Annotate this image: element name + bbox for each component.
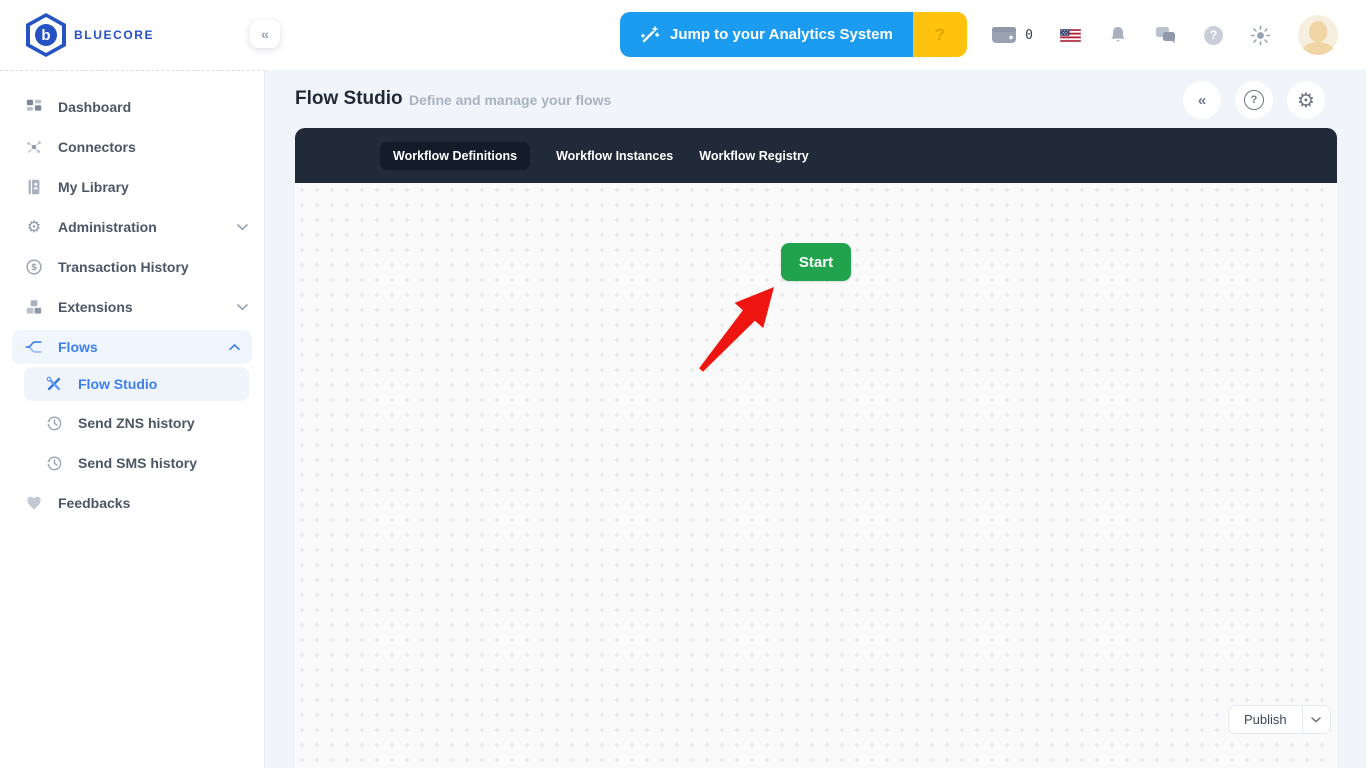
tab-workflow-instances[interactable]: Workflow Instances: [556, 142, 673, 170]
jump-analytics-help-button[interactable]: ?: [912, 12, 967, 57]
top-header: b BLUECORE « Jump to your Analytics Syst…: [0, 0, 1366, 70]
dashboard-icon: [24, 98, 44, 116]
sidebar-label: Flow Studio: [78, 376, 158, 392]
chevron-up-icon: [229, 343, 240, 351]
sidebar-item-send-zns-history[interactable]: Send ZNS history: [0, 403, 264, 443]
wallet-icon: [991, 26, 1017, 44]
sidebar-item-dashboard[interactable]: Dashboard: [0, 87, 264, 127]
chat-bubbles-icon: [1155, 26, 1177, 45]
extensions-cubes-icon: [24, 298, 44, 316]
language-flag-button[interactable]: [1060, 28, 1081, 42]
bell-icon: [1108, 25, 1128, 45]
jump-analytics-label: Jump to your Analytics System: [670, 26, 893, 43]
history-clock-icon: [44, 455, 64, 472]
panel-action-buttons: « ? ⚙: [1183, 81, 1325, 119]
page-title: Flow Studio: [295, 88, 403, 109]
wallet-balance[interactable]: 0: [991, 26, 1033, 44]
user-avatar[interactable]: [1298, 15, 1338, 55]
sidebar-label: Transaction History: [58, 259, 189, 275]
sidebar-item-flows[interactable]: Flows: [12, 330, 252, 364]
sidebar-item-extensions[interactable]: Extensions: [0, 287, 264, 327]
avatar-silhouette: [1309, 21, 1327, 42]
help-button[interactable]: ?: [1204, 25, 1223, 45]
flows-branch-icon: [24, 338, 44, 356]
workflow-tabbar: Workflow Definitions Workflow Instances …: [295, 128, 1337, 183]
gear-icon: ⚙: [1297, 88, 1315, 112]
header-icon-group: 0 ?: [991, 0, 1338, 70]
sidebar-item-send-sms-history[interactable]: Send SMS history: [0, 443, 264, 483]
chevron-down-icon: [1311, 716, 1321, 723]
sidebar-label: Flows: [58, 339, 98, 355]
sidebar-label: Feedbacks: [58, 495, 131, 511]
sidebar-label: Extensions: [58, 299, 133, 315]
sidebar-item-feedbacks[interactable]: Feedbacks: [0, 483, 264, 523]
svg-text:$: $: [31, 263, 37, 273]
start-node-label: Start: [798, 253, 834, 271]
connectors-icon: [24, 138, 44, 156]
messages-button[interactable]: [1155, 26, 1177, 45]
panel-collapse-button[interactable]: «: [1183, 81, 1221, 119]
jump-analytics-split-button: Jump to your Analytics System ?: [620, 12, 967, 57]
sidebar-label: Connectors: [58, 139, 136, 155]
history-clock-icon: [44, 415, 64, 432]
chevron-down-icon: [237, 303, 248, 311]
chevron-down-icon: [237, 223, 248, 231]
flow-canvas[interactable]: Start Publish: [295, 183, 1337, 768]
double-chevron-left-icon: «: [261, 26, 269, 42]
sidebar-item-flow-studio[interactable]: Flow Studio: [24, 367, 249, 401]
sidebar-label: Administration: [58, 219, 157, 235]
question-icon: ?: [1209, 28, 1218, 42]
panel-help-button[interactable]: ?: [1235, 81, 1273, 119]
tools-icon: [44, 375, 64, 393]
sidebar-label: Send ZNS history: [78, 415, 195, 431]
question-badge: ?: [934, 24, 946, 44]
notifications-button[interactable]: [1108, 25, 1128, 45]
sidebar-label: Send SMS history: [78, 455, 198, 471]
sidebar-item-my-library[interactable]: My Library: [0, 167, 264, 207]
gear-icon: ⚙: [26, 217, 42, 236]
tab-workflow-definitions[interactable]: Workflow Definitions: [380, 141, 531, 170]
publish-dropdown-button[interactable]: [1301, 706, 1330, 733]
question-circle-icon: ?: [1244, 90, 1264, 110]
heart-icon: [24, 494, 44, 512]
page-subtitle: Define and manage your flows: [409, 92, 612, 108]
double-chevron-left-icon: «: [1197, 91, 1207, 109]
dollar-circle-icon: $: [24, 258, 44, 276]
theme-toggle-button[interactable]: [1250, 25, 1271, 46]
sidebar-nav: Dashboard Connectors My Library ⚙ Admini…: [0, 70, 265, 768]
publish-split-button: Publish: [1228, 705, 1331, 734]
publish-label: Publish: [1244, 712, 1287, 727]
tab-workflow-registry[interactable]: Workflow Registry: [699, 142, 809, 170]
us-flag-icon: [1060, 28, 1081, 42]
sidebar-collapse-button[interactable]: «: [250, 20, 280, 48]
wallet-count: 0: [1025, 27, 1033, 43]
bluecore-logo-icon: b: [26, 13, 66, 57]
sun-icon: [1250, 25, 1271, 46]
jump-analytics-button[interactable]: Jump to your Analytics System: [620, 12, 913, 57]
brand-name: BLUECORE: [74, 28, 155, 42]
sidebar-label: My Library: [58, 179, 129, 195]
sidebar-item-administration[interactable]: ⚙ Administration: [0, 207, 264, 247]
sidebar-label: Dashboard: [58, 99, 132, 115]
start-node-button[interactable]: Start: [781, 243, 851, 281]
library-book-icon: [24, 178, 44, 196]
panel-settings-button[interactable]: ⚙: [1287, 81, 1325, 119]
publish-button[interactable]: Publish: [1229, 706, 1302, 733]
sidebar-item-connectors[interactable]: Connectors: [0, 127, 264, 167]
brand-logo[interactable]: b BLUECORE: [26, 13, 154, 57]
sidebar-item-transaction-history[interactable]: $ Transaction History: [0, 247, 264, 287]
magic-wand-icon: [640, 25, 660, 45]
